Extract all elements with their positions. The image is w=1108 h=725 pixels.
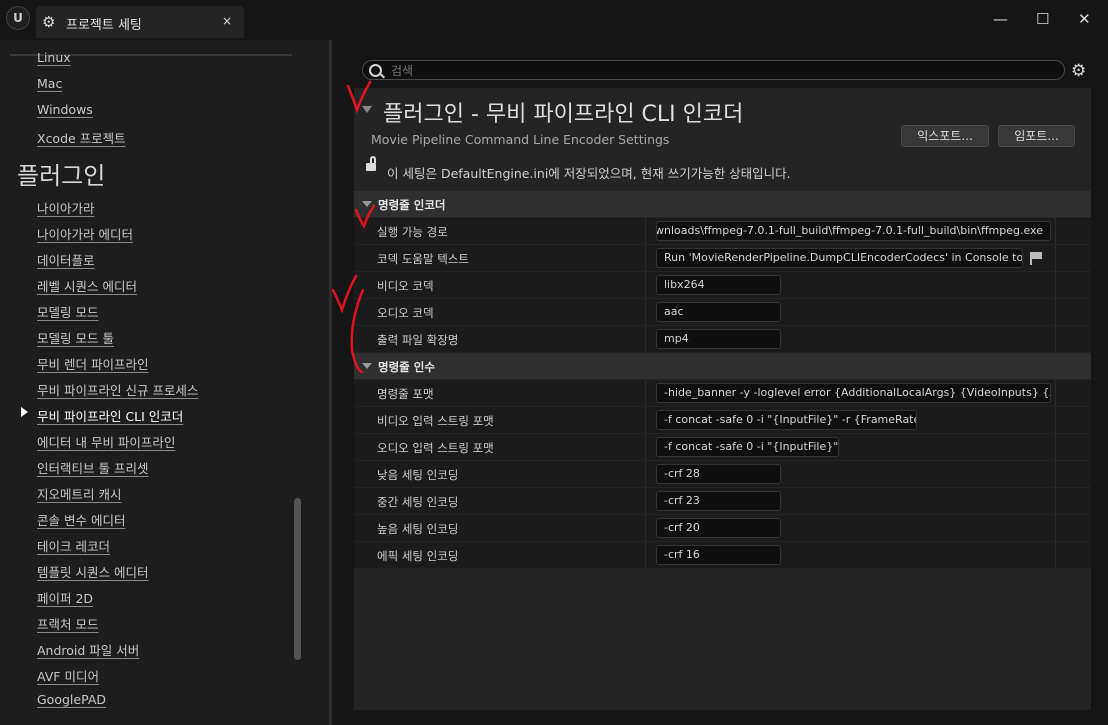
red-annotation-marks: [331, 80, 376, 374]
